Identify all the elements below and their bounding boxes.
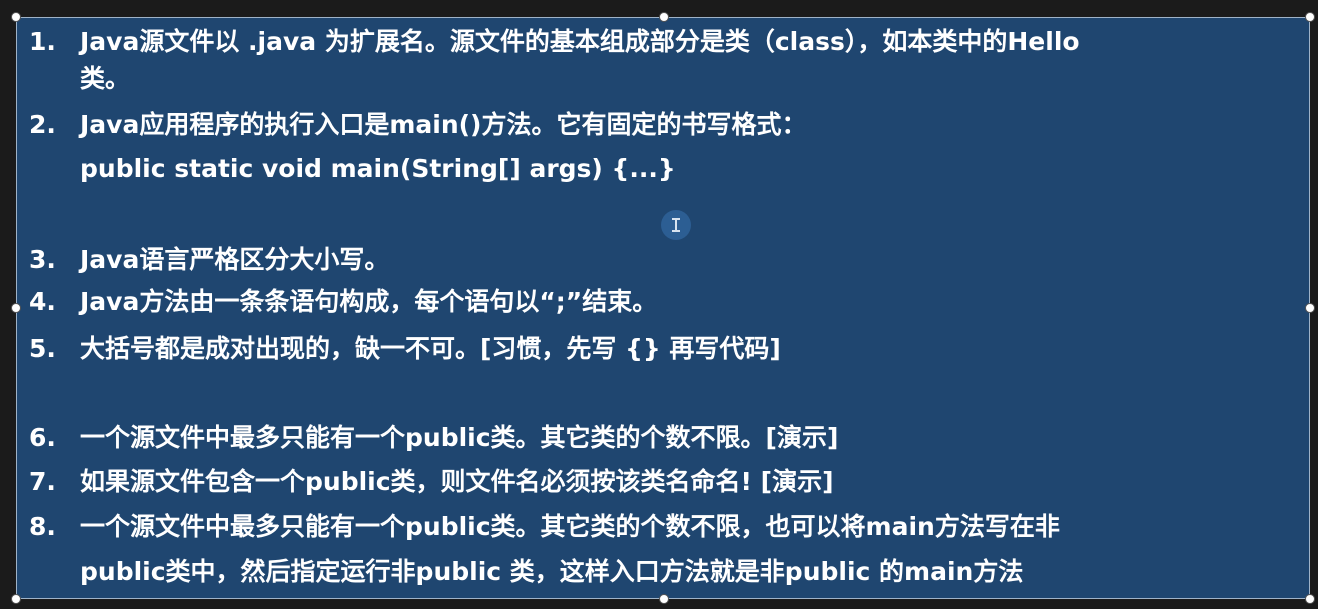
- list-item-text: 大括号都是成对出现的，缺一不可。[习惯，先写 {} 再写代码]: [80, 334, 781, 363]
- list-item-number: 1.: [29, 27, 56, 56]
- resize-handle-bottom-right[interactable]: [1305, 594, 1315, 604]
- list-item-code-text: public static void main(String[] args) {…: [80, 154, 676, 183]
- list-item-number: 2.: [29, 110, 56, 139]
- list-item-text: Java源文件以 .java 为扩展名。源文件的基本组成部分是类（class），…: [80, 27, 1080, 56]
- list-item-number: 3.: [29, 245, 56, 274]
- resize-handle-middle-right[interactable]: [1305, 303, 1315, 313]
- numbered-list: 1. Java源文件以 .java 为扩展名。源文件的基本组成部分是类（clas…: [17, 18, 1309, 598]
- list-item-text: Java应用程序的执行入口是main()方法。它有固定的书写格式：: [80, 110, 807, 139]
- list-item-text: Java语言严格区分大小写。: [80, 245, 390, 274]
- list-item-text: 一个源文件中最多只能有一个public类。其它类的个数不限。[演示]: [80, 423, 839, 452]
- list-item-number: 6.: [29, 423, 56, 452]
- list-item-number: 5.: [29, 334, 56, 363]
- list-item-number: 7.: [29, 467, 56, 496]
- list-item-number: 8.: [29, 512, 56, 541]
- text-cursor-icon: [661, 210, 691, 240]
- list-item-text: 如果源文件包含一个public类，则文件名必须按该类名命名! [演示]: [80, 467, 834, 496]
- list-item-text: public类中，然后指定运行非public 类，这样入口方法就是非public…: [80, 557, 1024, 586]
- resize-handle-top-right[interactable]: [1305, 12, 1315, 22]
- resize-handle-bottom-center[interactable]: [659, 594, 669, 604]
- resize-handle-top-center[interactable]: [659, 12, 669, 22]
- resize-handle-bottom-left[interactable]: [11, 594, 21, 604]
- list-item-text: 一个源文件中最多只能有一个public类。其它类的个数不限，也可以将main方法…: [80, 512, 1060, 541]
- list-item-text: Java方法由一条条语句构成，每个语句以“;”结束。: [80, 287, 658, 316]
- i-beam-icon: [672, 218, 680, 232]
- list-item-text: 类。: [80, 64, 131, 93]
- selected-text-box[interactable]: 1. Java源文件以 .java 为扩展名。源文件的基本组成部分是类（clas…: [16, 17, 1310, 599]
- slide-canvas: 1. Java源文件以 .java 为扩展名。源文件的基本组成部分是类（clas…: [0, 0, 1318, 609]
- resize-handle-middle-left[interactable]: [11, 303, 21, 313]
- list-item-number: 4.: [29, 287, 56, 316]
- resize-handle-top-left[interactable]: [11, 12, 21, 22]
